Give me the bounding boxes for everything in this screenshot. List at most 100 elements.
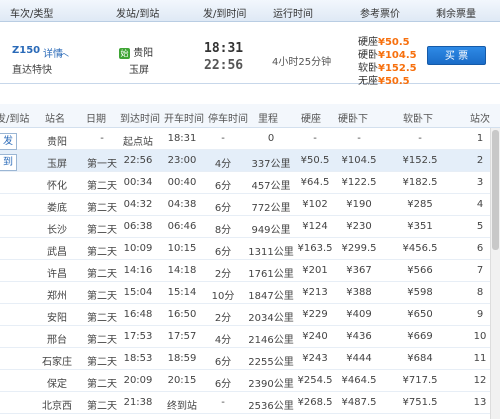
table-row[interactable]: 玉屏 第一天 22:56 23:00 4分 337公里 ¥50.5 ¥104.5 ¥152.5 2: [0, 150, 500, 172]
cell-seat: ¥254.5: [297, 375, 333, 386]
cell-seat: ¥229: [302, 309, 328, 320]
side-tab-arrive[interactable]: 到: [0, 154, 17, 171]
cell-station: 武昌: [47, 247, 67, 258]
train-number[interactable]: Z150: [12, 45, 40, 56]
cell-no: 13: [473, 397, 487, 408]
scrollbar-thumb[interactable]: [492, 130, 499, 250]
column-header: 到达时间: [120, 114, 160, 125]
cell-stop: 10分: [211, 291, 235, 302]
cell-arrive: 00:34: [123, 177, 153, 188]
cell-seat: ¥163.5: [297, 243, 333, 254]
cell-station: 玉屏: [47, 159, 67, 170]
table-row[interactable]: 石家庄 第二天 18:53 18:59 6分 2255公里 ¥243 ¥444 ¥684 11: [0, 348, 500, 370]
table-row[interactable]: 贵阳 - 起点站 18:31 - 0 - - - 1: [0, 128, 500, 150]
table-row[interactable]: 邢台 第二天 17:53 17:57 4分 2146公里 ¥240 ¥436 ¥669 10: [0, 326, 500, 348]
cell-depart: 18:31: [167, 133, 197, 144]
cell-hard: ¥230: [346, 221, 372, 232]
cell-no: 3: [476, 177, 484, 188]
table-row[interactable]: 许昌 第二天 14:16 14:18 2分 1761公里 ¥201 ¥367 ¥566 7: [0, 260, 500, 282]
cell-km: 457公里: [251, 181, 291, 192]
cell-no: 10: [473, 331, 487, 342]
cell-seat: ¥124: [302, 221, 328, 232]
cell-station: 怀化: [47, 181, 67, 192]
cell-soft: ¥351: [407, 221, 433, 232]
cell-stop: 6分: [214, 357, 232, 368]
cell-arrive: 14:16: [123, 265, 153, 276]
cell-hard: ¥487.5: [341, 397, 377, 408]
column-header: 站次: [470, 114, 490, 125]
fare-no-seat: 无座¥50.5: [358, 72, 410, 87]
cell-soft: ¥285: [407, 199, 433, 210]
table-row[interactable]: 长沙 第二天 06:38 06:46 8分 949公里 ¥124 ¥230 ¥351 5: [0, 216, 500, 238]
header-train-type: 车次/类型: [10, 9, 54, 20]
table-row[interactable]: 郑州 第二天 15:04 15:14 10分 1847公里 ¥213 ¥388 ¥598 8: [0, 282, 500, 304]
cell-day: 第二天: [87, 357, 117, 368]
cell-day: 第二天: [87, 225, 117, 236]
cell-arrive: 16:48: [123, 309, 153, 320]
header-stations: 发站/到站: [116, 9, 160, 20]
side-tab-depart[interactable]: 发: [0, 133, 17, 150]
cell-depart: 00:40: [167, 177, 197, 188]
cell-arrive: 04:32: [123, 199, 153, 210]
origin-badge-icon: 始: [119, 48, 130, 59]
cell-stop: 8分: [214, 225, 232, 236]
cell-station: 安阳: [47, 313, 67, 324]
cell-km: 1847公里: [248, 291, 294, 302]
cell-depart: 18:59: [167, 353, 197, 364]
cell-arrive: 起点站: [123, 137, 153, 148]
table-row[interactable]: 怀化 第二天 00:34 00:40 6分 457公里 ¥64.5 ¥122.5 ¥182.5 3: [0, 172, 500, 194]
chevron-up-icon[interactable]: ︿: [59, 44, 69, 59]
cell-depart: 16:50: [167, 309, 197, 320]
cell-no: 2: [476, 155, 484, 166]
cell-soft: ¥669: [407, 331, 433, 342]
cell-km: 2146公里: [248, 335, 294, 346]
column-header: 日期: [86, 114, 106, 125]
header-duration: 运行时间: [273, 9, 313, 20]
cell-station: 许昌: [47, 269, 67, 280]
train-type: 直达特快: [12, 65, 52, 76]
column-header: 硬卧下: [338, 114, 368, 125]
to-station-name: 玉屏: [129, 65, 149, 76]
stops-table-header: 发/到站 站名 日期 到达时间 开车时间 停车时间 里程 硬座 硬卧下 软卧下 …: [0, 104, 500, 128]
scrollbar[interactable]: [490, 128, 500, 419]
cell-stop: 2分: [214, 313, 232, 324]
cell-day: 第二天: [87, 401, 117, 412]
column-header: 站名: [45, 114, 65, 125]
cell-stop: 6分: [214, 379, 232, 390]
cell-soft: ¥650: [407, 309, 433, 320]
table-row[interactable]: 北京西 第二天 21:38 终到站 - 2536公里 ¥268.5 ¥487.5 ¥751.5 1…: [0, 392, 500, 414]
cell-day: 第一天: [87, 159, 117, 170]
cell-km: 2390公里: [248, 379, 294, 390]
cell-soft: ¥598: [407, 287, 433, 298]
arrive-time: 22:56: [204, 58, 244, 73]
column-header: 里程: [258, 114, 278, 125]
buy-ticket-button[interactable]: 买 票: [427, 46, 486, 65]
cell-hard: ¥122.5: [341, 177, 377, 188]
cell-hard: ¥388: [346, 287, 372, 298]
cell-stop: 2分: [214, 269, 232, 280]
cell-soft: ¥751.5: [402, 397, 438, 408]
cell-day: 第二天: [87, 203, 117, 214]
from-station-name: 贵阳: [133, 48, 154, 59]
table-row[interactable]: 武昌 第二天 10:09 10:15 6分 1311公里 ¥163.5 ¥299.5 ¥456.…: [0, 238, 500, 260]
cell-station: 郑州: [47, 291, 67, 302]
cell-no: 1: [476, 133, 484, 144]
table-row[interactable]: 娄底 第二天 04:32 04:38 6分 772公里 ¥102 ¥190 ¥285 4: [0, 194, 500, 216]
table-row[interactable]: 保定 第二天 20:09 20:15 6分 2390公里 ¥254.5 ¥464.5 ¥717.…: [0, 370, 500, 392]
cell-day: 第二天: [87, 379, 117, 390]
cell-stop: 6分: [214, 203, 232, 214]
cell-arrive: 15:04: [123, 287, 153, 298]
column-header: 硬座: [301, 114, 321, 125]
table-row[interactable]: 安阳 第二天 16:48 16:50 2分 2034公里 ¥229 ¥409 ¥650 9: [0, 304, 500, 326]
cell-day: 第二天: [87, 247, 117, 258]
from-station: 始 贵阳: [119, 44, 153, 59]
column-header: 发/到站: [0, 114, 30, 125]
cell-no: 4: [476, 199, 484, 210]
column-header: 软卧下: [403, 114, 433, 125]
cell-soft: ¥182.5: [402, 177, 438, 188]
cell-km: 2255公里: [248, 357, 294, 368]
fare-label: 无座: [358, 76, 378, 87]
cell-no: 8: [476, 287, 484, 298]
cell-arrive: 18:53: [123, 353, 153, 364]
cell-soft: -: [418, 133, 422, 144]
